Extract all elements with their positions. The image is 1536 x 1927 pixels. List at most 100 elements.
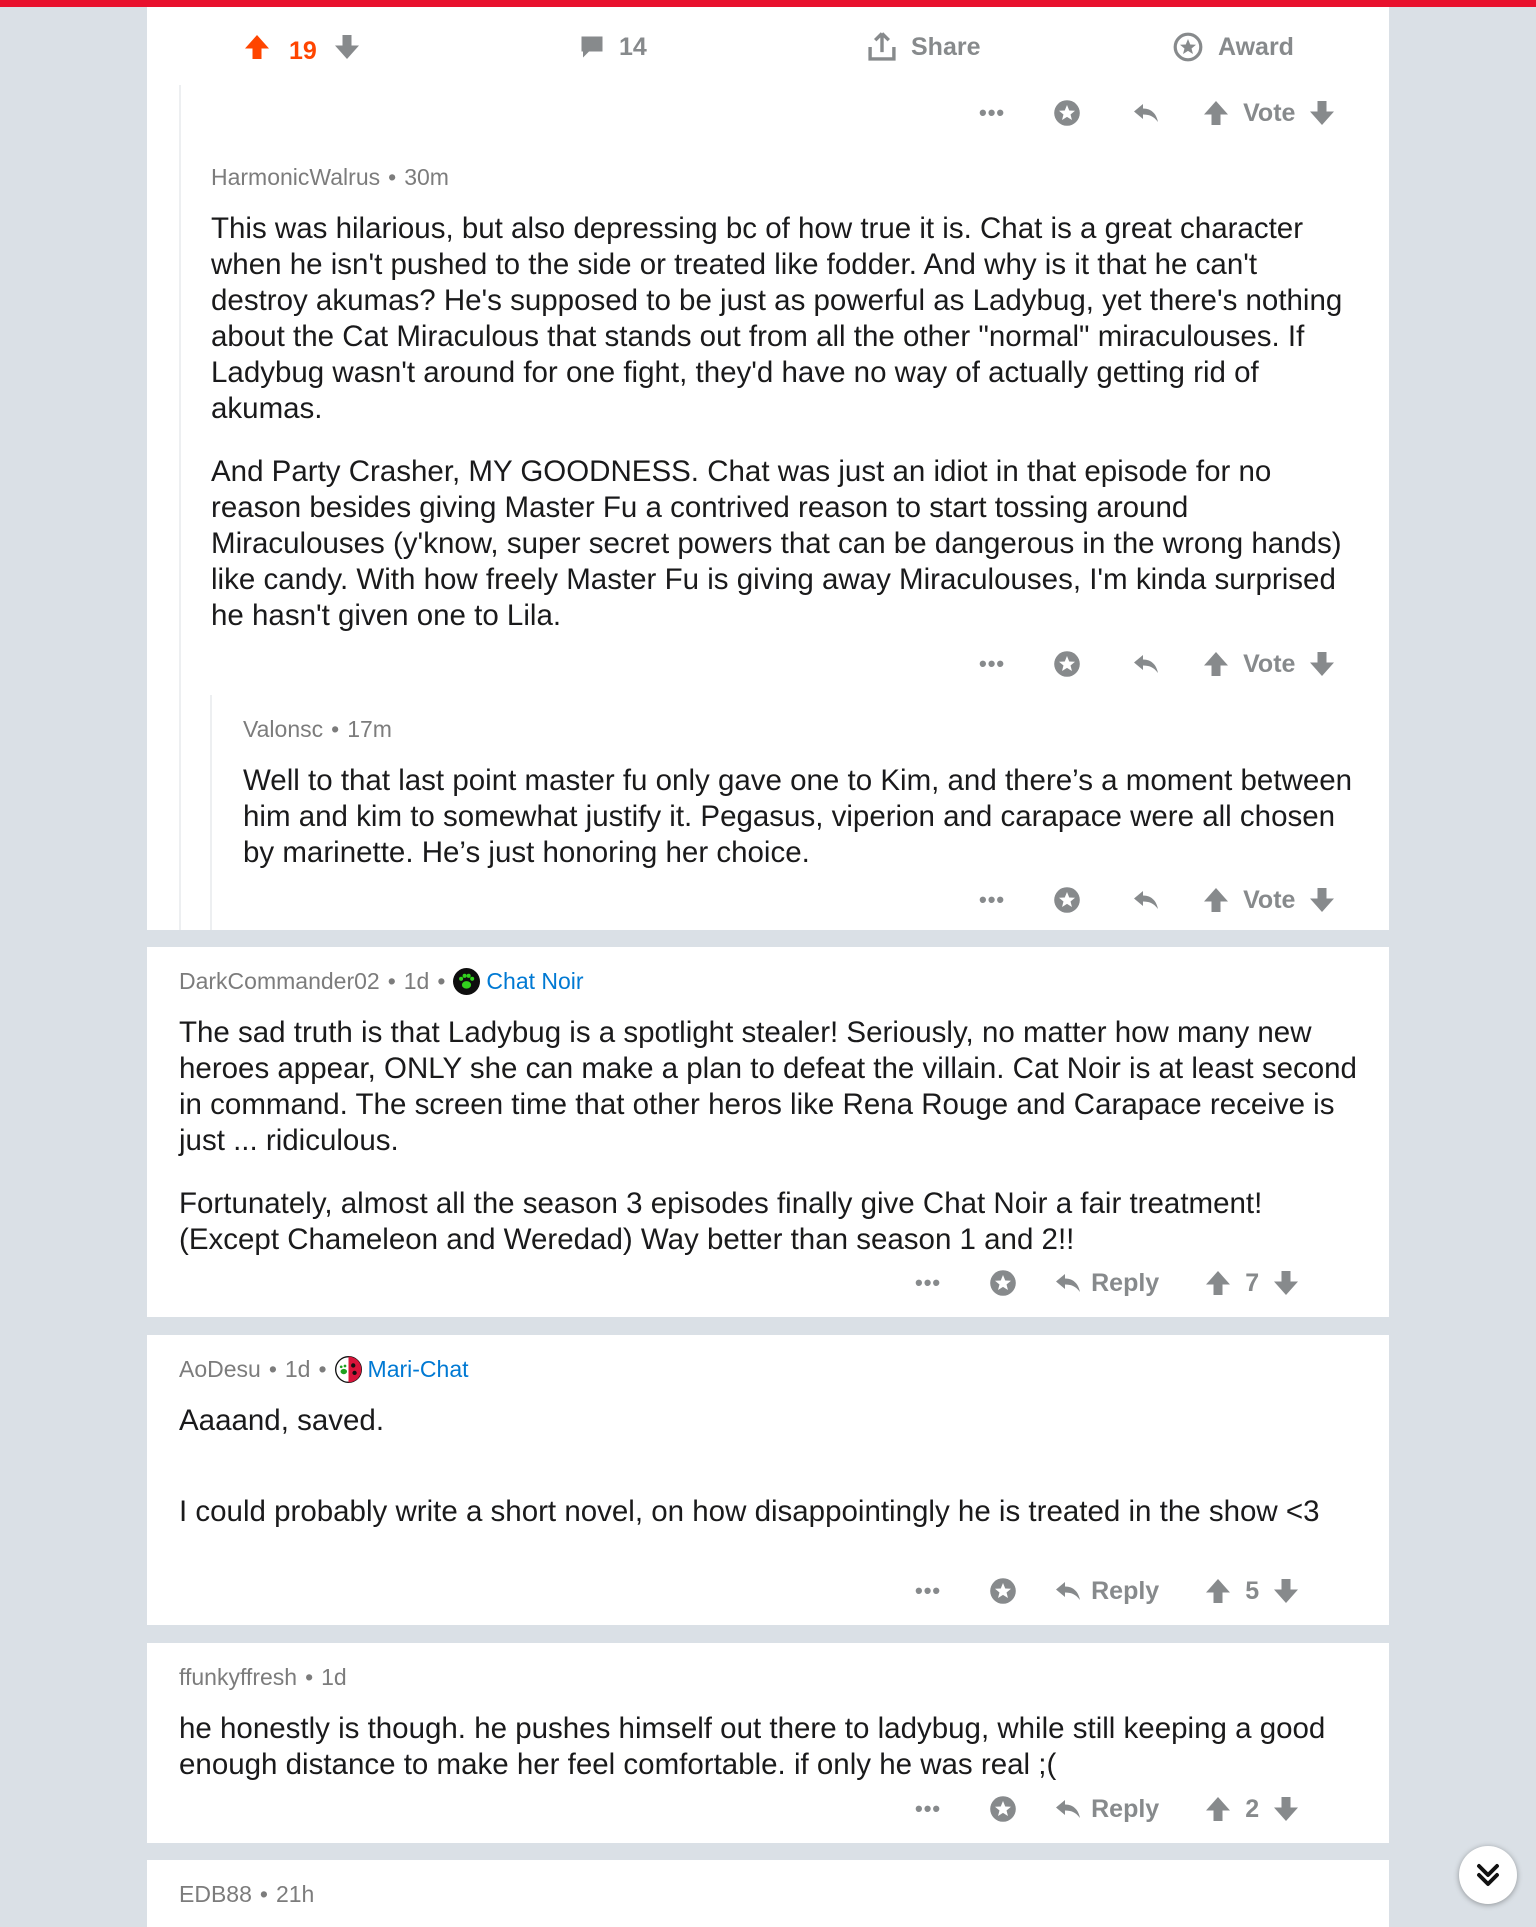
- downvote-icon: [1274, 1271, 1299, 1295]
- reply-icon: [1056, 1582, 1081, 1600]
- reply-icon: [1134, 655, 1159, 673]
- comment-body: Aaaand, saved. I could probably write a …: [179, 1403, 1364, 1530]
- reply-icon: [1056, 1274, 1081, 1292]
- downvote-button[interactable]: [1307, 885, 1337, 915]
- comment-body: This was hilarious, but also depressing …: [211, 211, 1361, 634]
- share-button[interactable]: Share: [865, 30, 980, 64]
- comment-paragraph: The sad truth is that Ladybug is a spotl…: [179, 1016, 1357, 1157]
- comment-author[interactable]: ffunkyffresh: [179, 1664, 297, 1691]
- comment-ffunkyffresh: ffunkyffresh • 1d he honestly is though.…: [147, 1643, 1389, 1843]
- upvote-button[interactable]: [1201, 98, 1231, 128]
- comment-age[interactable]: 1d: [404, 968, 430, 995]
- reply-button[interactable]: [1131, 885, 1161, 915]
- upvote-button[interactable]: [1203, 1794, 1233, 1824]
- more-options-button[interactable]: •••: [915, 1270, 941, 1296]
- downvote-icon: [1310, 888, 1335, 912]
- downvote-button[interactable]: [1307, 98, 1337, 128]
- comment-age[interactable]: 1d: [321, 1664, 347, 1691]
- meta-separator: •: [437, 968, 446, 994]
- give-award-button[interactable]: [987, 1267, 1019, 1299]
- flair-label: Mari-Chat: [367, 1356, 469, 1382]
- share-icon: [868, 32, 896, 61]
- comment-author[interactable]: DarkCommander02: [179, 968, 380, 995]
- comment-harmonicwalrus: HarmonicWalrus • 30m This was hilarious,…: [211, 164, 1361, 634]
- give-award-button[interactable]: [987, 1793, 1019, 1825]
- upvote-icon: [1204, 101, 1229, 125]
- comment-meta: ffunkyffresh • 1d: [179, 1664, 1364, 1691]
- award-icon: [990, 1578, 1016, 1604]
- downvote-button[interactable]: [1271, 1794, 1301, 1824]
- comment-age[interactable]: 30m: [404, 164, 449, 191]
- comment-meta: EDB88 • 21h: [179, 1881, 1364, 1908]
- comment-author[interactable]: HarmonicWalrus: [211, 164, 380, 191]
- post-score: 19: [289, 37, 317, 65]
- give-award-button[interactable]: [1051, 648, 1083, 680]
- upvote-button[interactable]: [1203, 1268, 1233, 1298]
- comment-meta: DarkCommander02 • 1d • Chat Noir: [179, 968, 1364, 995]
- downvote-icon: [1310, 652, 1335, 676]
- give-award-button[interactable]: [1051, 97, 1083, 129]
- comment-score: 5: [1245, 1576, 1260, 1605]
- more-options-button[interactable]: •••: [915, 1578, 941, 1604]
- upvote-button[interactable]: [1201, 885, 1231, 915]
- award-icon: [990, 1796, 1016, 1822]
- reply-button[interactable]: Reply: [1053, 1576, 1159, 1606]
- comment-score: 7: [1245, 1268, 1260, 1297]
- comment-meta: HarmonicWalrus • 30m: [211, 164, 1361, 191]
- reply-button[interactable]: [1131, 98, 1161, 128]
- meta-separator: •: [388, 164, 397, 190]
- reply-icon: [1134, 104, 1159, 122]
- comment-paragraph: I could probably write a short novel, on…: [179, 1495, 1320, 1528]
- comment-paragraph: he honestly is though. he pushes himself…: [179, 1712, 1326, 1781]
- comment-age[interactable]: 17m: [347, 716, 392, 743]
- award-icon: [1054, 100, 1080, 126]
- reply-button[interactable]: [1131, 649, 1161, 679]
- user-flair[interactable]: Chat Noir: [453, 968, 584, 995]
- comment-age[interactable]: 21h: [276, 1881, 314, 1908]
- downvote-button[interactable]: [1307, 649, 1337, 679]
- comment-meta: Valonsc • 17m: [243, 716, 1363, 743]
- more-options-button[interactable]: •••: [979, 651, 1005, 677]
- thread-line-level-1[interactable]: [179, 85, 181, 930]
- more-options-button[interactable]: •••: [915, 1796, 941, 1822]
- downvote-button[interactable]: [1271, 1268, 1301, 1298]
- upvote-button[interactable]: [1203, 1576, 1233, 1606]
- comment-author[interactable]: EDB88: [179, 1881, 252, 1908]
- downvote-button[interactable]: [1271, 1576, 1301, 1606]
- meta-separator: •: [318, 1356, 327, 1382]
- award-icon: [990, 1270, 1016, 1296]
- comment-actions: ••• Vote: [979, 97, 1337, 129]
- award-button[interactable]: Award: [1172, 31, 1294, 63]
- more-options-button[interactable]: •••: [979, 100, 1005, 126]
- comment-age[interactable]: 1d: [285, 1356, 311, 1383]
- thread-line-level-2[interactable]: [210, 695, 212, 930]
- reply-button[interactable]: Reply: [1053, 1268, 1159, 1298]
- upvote-button[interactable]: [1201, 649, 1231, 679]
- downvote-icon: [1274, 1579, 1299, 1603]
- meta-separator: •: [305, 1664, 314, 1690]
- meta-separator: •: [259, 1881, 268, 1907]
- comment-body: he honestly is though. he pushes himself…: [179, 1711, 1364, 1783]
- upvote-icon: [1206, 1271, 1231, 1295]
- give-award-button[interactable]: [987, 1575, 1019, 1607]
- comments-button[interactable]: 14: [577, 32, 647, 62]
- award-icon: [1173, 32, 1203, 62]
- scroll-to-bottom-button[interactable]: [1459, 1846, 1517, 1904]
- upvote-icon: [1206, 1579, 1231, 1603]
- comments-count: 14: [619, 32, 647, 61]
- give-award-button[interactable]: [1051, 884, 1083, 916]
- more-options-button[interactable]: •••: [979, 887, 1005, 913]
- comment-body: The sad truth is that Ladybug is a spotl…: [179, 1015, 1364, 1258]
- comment-actions: ••• Reply 7: [915, 1267, 1301, 1299]
- comment-paragraph: Well to that last point master fu only g…: [243, 764, 1353, 869]
- reply-button[interactable]: Reply: [1053, 1794, 1159, 1824]
- post-and-thread-card: 19 14 Share Award ••• Vote HarmonicWalru…: [147, 7, 1389, 930]
- comment-darkcommander02: DarkCommander02 • 1d • Chat Noir The sad…: [147, 947, 1389, 1317]
- post-upvote-button[interactable]: [242, 32, 272, 67]
- post-downvote-button[interactable]: [332, 32, 362, 67]
- user-flair[interactable]: Mari-Chat: [334, 1356, 469, 1383]
- comment-author[interactable]: Valonsc: [243, 716, 323, 743]
- meta-separator: •: [268, 1356, 277, 1382]
- comment-author[interactable]: AoDesu: [179, 1356, 261, 1383]
- comment-score: 2: [1245, 1794, 1260, 1823]
